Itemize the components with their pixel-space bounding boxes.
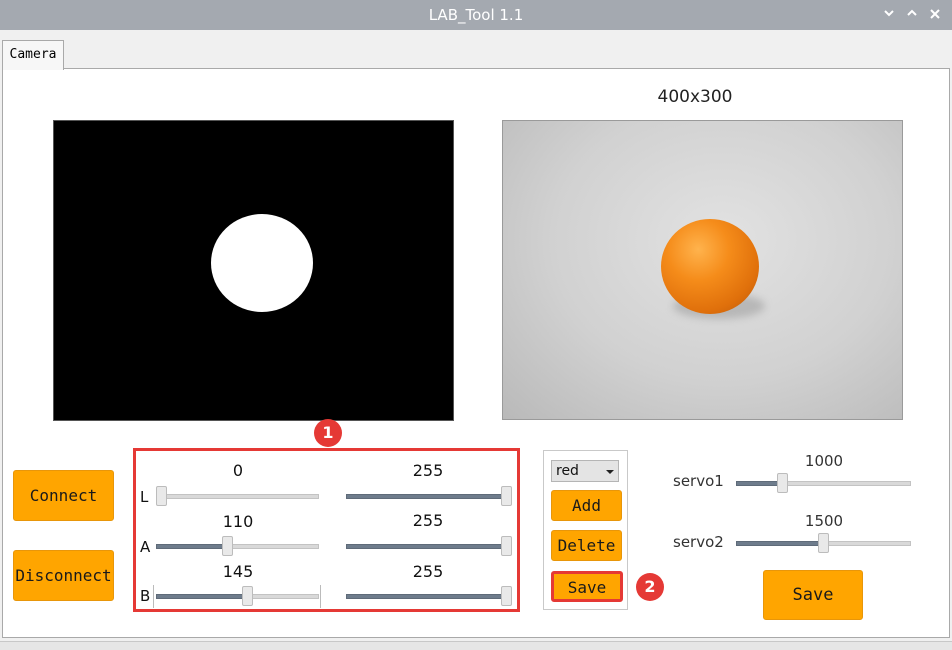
annotation-badge-1: 1: [314, 419, 342, 447]
slider-handle[interactable]: [501, 486, 512, 506]
camera-preview: [502, 120, 903, 420]
title-bar: LAB_Tool 1.1: [0, 0, 952, 30]
a-channel-label: A: [140, 538, 151, 556]
tab-camera[interactable]: Camera: [2, 40, 64, 70]
close-icon[interactable]: [926, 5, 944, 23]
mask-preview: [53, 120, 454, 421]
slider-handle[interactable]: [156, 486, 167, 506]
servo2-slider[interactable]: [736, 533, 911, 553]
slider-handle[interactable]: [777, 473, 788, 493]
resolution-label: 400x300: [657, 87, 733, 107]
window-title: LAB_Tool 1.1: [428, 6, 524, 24]
slider-handle[interactable]: [818, 533, 829, 553]
connect-button[interactable]: Connect: [13, 470, 114, 521]
b-low-value: 145: [222, 562, 254, 581]
servo1-label: servo1: [673, 472, 724, 490]
servo2-label: servo2: [673, 533, 724, 551]
orange-ball: [661, 219, 759, 314]
b-high-value: 255: [412, 562, 444, 581]
a-low-slider[interactable]: [156, 536, 319, 556]
a-high-value: 255: [412, 511, 444, 530]
b-low-slider[interactable]: [156, 586, 319, 606]
chevron-down-icon: [606, 470, 614, 474]
l-low-value: 0: [232, 461, 244, 480]
l-channel-label: L: [140, 488, 149, 506]
divider: [320, 585, 321, 608]
slider-handle[interactable]: [221, 536, 233, 556]
annotation-badge-2: 2: [636, 573, 664, 601]
status-strip: [0, 641, 952, 650]
slider-handle[interactable]: [501, 586, 512, 606]
l-high-value: 255: [412, 461, 444, 480]
save-color-button[interactable]: Save: [551, 571, 623, 602]
b-channel-label: B: [140, 587, 151, 605]
b-high-slider[interactable]: [346, 586, 512, 606]
a-low-value: 110: [222, 512, 254, 531]
divider: [153, 585, 154, 608]
add-button[interactable]: Add: [551, 490, 622, 521]
maximize-icon[interactable]: [903, 5, 921, 23]
save-servo-button[interactable]: Save: [763, 570, 863, 620]
disconnect-button[interactable]: Disconnect: [13, 550, 114, 601]
l-low-slider[interactable]: [156, 486, 319, 506]
slider-handle[interactable]: [501, 536, 512, 556]
minimize-icon[interactable]: [880, 5, 898, 23]
servo2-value: 1500: [804, 512, 844, 530]
mask-blob: [211, 214, 313, 312]
servo1-slider[interactable]: [736, 473, 911, 493]
l-high-slider[interactable]: [346, 486, 512, 506]
color-select-value: red: [556, 463, 579, 479]
slider-handle[interactable]: [242, 586, 254, 606]
a-high-slider[interactable]: [346, 536, 512, 556]
color-select[interactable]: red: [551, 460, 619, 482]
servo1-value: 1000: [804, 452, 844, 470]
delete-button[interactable]: Delete: [551, 530, 622, 561]
